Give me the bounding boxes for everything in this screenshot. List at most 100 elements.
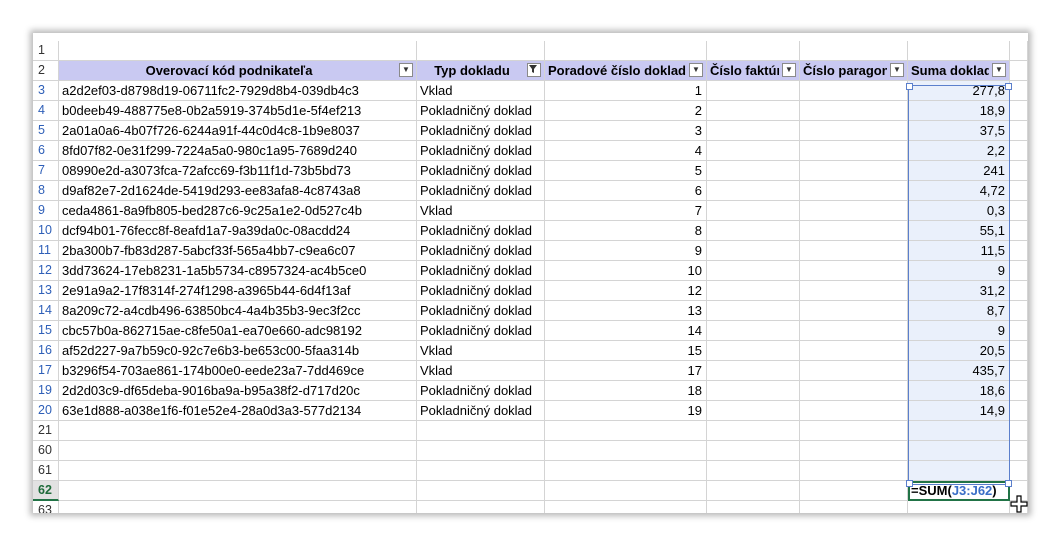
cell-code[interactable]: 8fd07f82-0e31f299-7224a5a0-980c1a95-7689… <box>59 141 417 161</box>
row-header[interactable]: 10 <box>33 221 59 241</box>
empty-cell[interactable] <box>417 461 545 481</box>
empty-cell[interactable] <box>707 481 800 501</box>
cell-type[interactable]: Pokladničný doklad <box>417 401 545 421</box>
empty-cell[interactable] <box>1010 301 1028 321</box>
cell-type[interactable]: Pokladničný doklad <box>417 241 545 261</box>
row-header[interactable]: 1 <box>33 41 59 61</box>
row-header-active[interactable]: 62 <box>33 481 59 501</box>
empty-cell[interactable] <box>800 121 908 141</box>
empty-cell[interactable] <box>908 501 1010 513</box>
row-header[interactable]: 13 <box>33 281 59 301</box>
empty-cell[interactable] <box>800 461 908 481</box>
cell-type[interactable]: Pokladničný doklad <box>417 141 545 161</box>
row-header[interactable]: 19 <box>33 381 59 401</box>
filter-dropdown-button[interactable]: ▼ <box>890 63 904 77</box>
empty-cell[interactable] <box>800 381 908 401</box>
empty-cell[interactable] <box>908 421 1010 441</box>
empty-cell[interactable] <box>417 501 545 513</box>
empty-cell[interactable] <box>800 341 908 361</box>
column-header[interactable]: Číslo faktúry▼ <box>707 61 800 81</box>
empty-cell[interactable] <box>707 321 800 341</box>
cell-order[interactable]: 4 <box>545 141 707 161</box>
cell-code[interactable]: b3296f54-703ae861-174b00e0-eede23a7-7dd4… <box>59 361 417 381</box>
empty-cell[interactable] <box>707 461 800 481</box>
column-header[interactable]: Číslo paragonu▼ <box>800 61 908 81</box>
empty-cell[interactable] <box>800 181 908 201</box>
empty-cell[interactable] <box>707 421 800 441</box>
row-header[interactable]: 5 <box>33 121 59 141</box>
empty-cell[interactable] <box>707 301 800 321</box>
empty-cell[interactable] <box>545 461 707 481</box>
filter-dropdown-button[interactable]: ▼ <box>992 63 1006 77</box>
cell-code[interactable]: 2ba300b7-fb83d287-5abcf33f-565a4bb7-c9ea… <box>59 241 417 261</box>
empty-cell[interactable] <box>800 501 908 513</box>
cell-type[interactable]: Vklad <box>417 341 545 361</box>
empty-cell[interactable] <box>707 261 800 281</box>
empty-cell[interactable] <box>59 501 417 513</box>
cell-code[interactable]: 08990e2d-a3073fca-72afcc69-f3b11f1d-73b5… <box>59 161 417 181</box>
empty-cell[interactable] <box>707 121 800 141</box>
empty-cell[interactable] <box>1010 201 1028 221</box>
row-header[interactable]: 8 <box>33 181 59 201</box>
empty-cell[interactable] <box>707 401 800 421</box>
cell-amount[interactable]: 9 <box>908 261 1010 281</box>
cell-code[interactable]: b0deeb49-488775e8-0b2a5919-374b5d1e-5f4e… <box>59 101 417 121</box>
cell-amount[interactable]: 8,7 <box>908 301 1010 321</box>
empty-cell[interactable] <box>800 421 908 441</box>
row-header[interactable]: 12 <box>33 261 59 281</box>
empty-cell[interactable] <box>800 241 908 261</box>
empty-cell[interactable] <box>800 261 908 281</box>
cell-order[interactable]: 7 <box>545 201 707 221</box>
cell-order[interactable]: 15 <box>545 341 707 361</box>
row-header[interactable]: 2 <box>33 61 59 81</box>
empty-cell[interactable] <box>800 481 908 501</box>
empty-cell[interactable] <box>800 41 908 61</box>
empty-cell[interactable] <box>1010 401 1028 421</box>
cell-order[interactable]: 2 <box>545 101 707 121</box>
cell-order[interactable]: 5 <box>545 161 707 181</box>
column-header[interactable]: Suma dokladu▼ <box>908 61 1010 81</box>
empty-cell[interactable] <box>707 501 800 513</box>
empty-cell[interactable] <box>59 41 417 61</box>
cell-type[interactable]: Pokladničný doklad <box>417 321 545 341</box>
cell-order[interactable]: 17 <box>545 361 707 381</box>
empty-cell[interactable] <box>545 421 707 441</box>
empty-cell[interactable] <box>1010 281 1028 301</box>
empty-cell[interactable] <box>1010 241 1028 261</box>
cell-amount[interactable]: 18,9 <box>908 101 1010 121</box>
cell-amount[interactable]: 4,72 <box>908 181 1010 201</box>
cell-amount[interactable]: 37,5 <box>908 121 1010 141</box>
cell-code[interactable]: 2d2d03c9-df65deba-9016ba9a-b95a38f2-d717… <box>59 381 417 401</box>
cell-code[interactable]: dcf94b01-76fecc8f-8eafd1a7-9a39da0c-08ac… <box>59 221 417 241</box>
empty-cell[interactable] <box>1010 221 1028 241</box>
empty-cell[interactable] <box>545 501 707 513</box>
cell-order[interactable]: 6 <box>545 181 707 201</box>
empty-cell[interactable] <box>1010 441 1028 461</box>
cell-code[interactable]: 2a01a0a6-4b07f726-6244a91f-44c0d4c8-1b9e… <box>59 121 417 141</box>
empty-cell[interactable] <box>800 141 908 161</box>
column-header[interactable]: Overovací kód podnikateľa ▼ <box>59 61 417 81</box>
cell-order[interactable]: 9 <box>545 241 707 261</box>
empty-cell[interactable] <box>1010 101 1028 121</box>
row-header[interactable]: 20 <box>33 401 59 421</box>
cell-order[interactable]: 3 <box>545 121 707 141</box>
cell-order[interactable]: 8 <box>545 221 707 241</box>
empty-cell[interactable] <box>59 421 417 441</box>
cell-type[interactable]: Pokladničný doklad <box>417 121 545 141</box>
empty-cell[interactable] <box>707 161 800 181</box>
empty-cell[interactable] <box>545 481 707 501</box>
cell-order[interactable]: 10 <box>545 261 707 281</box>
empty-cell[interactable] <box>800 441 908 461</box>
row-header[interactable]: 17 <box>33 361 59 381</box>
cell-type[interactable]: Pokladničný doklad <box>417 381 545 401</box>
empty-cell[interactable] <box>800 321 908 341</box>
cell-order[interactable]: 12 <box>545 281 707 301</box>
filter-active-icon[interactable] <box>527 63 541 77</box>
empty-cell[interactable] <box>1010 321 1028 341</box>
cell-code[interactable]: af52d227-9a7b59c0-92c7e6b3-be653c00-5faa… <box>59 341 417 361</box>
cell-amount[interactable]: 435,7 <box>908 361 1010 381</box>
empty-cell[interactable] <box>707 221 800 241</box>
filter-dropdown-button[interactable]: ▼ <box>782 63 796 77</box>
empty-cell[interactable] <box>59 441 417 461</box>
cell-type[interactable]: Vklad <box>417 361 545 381</box>
